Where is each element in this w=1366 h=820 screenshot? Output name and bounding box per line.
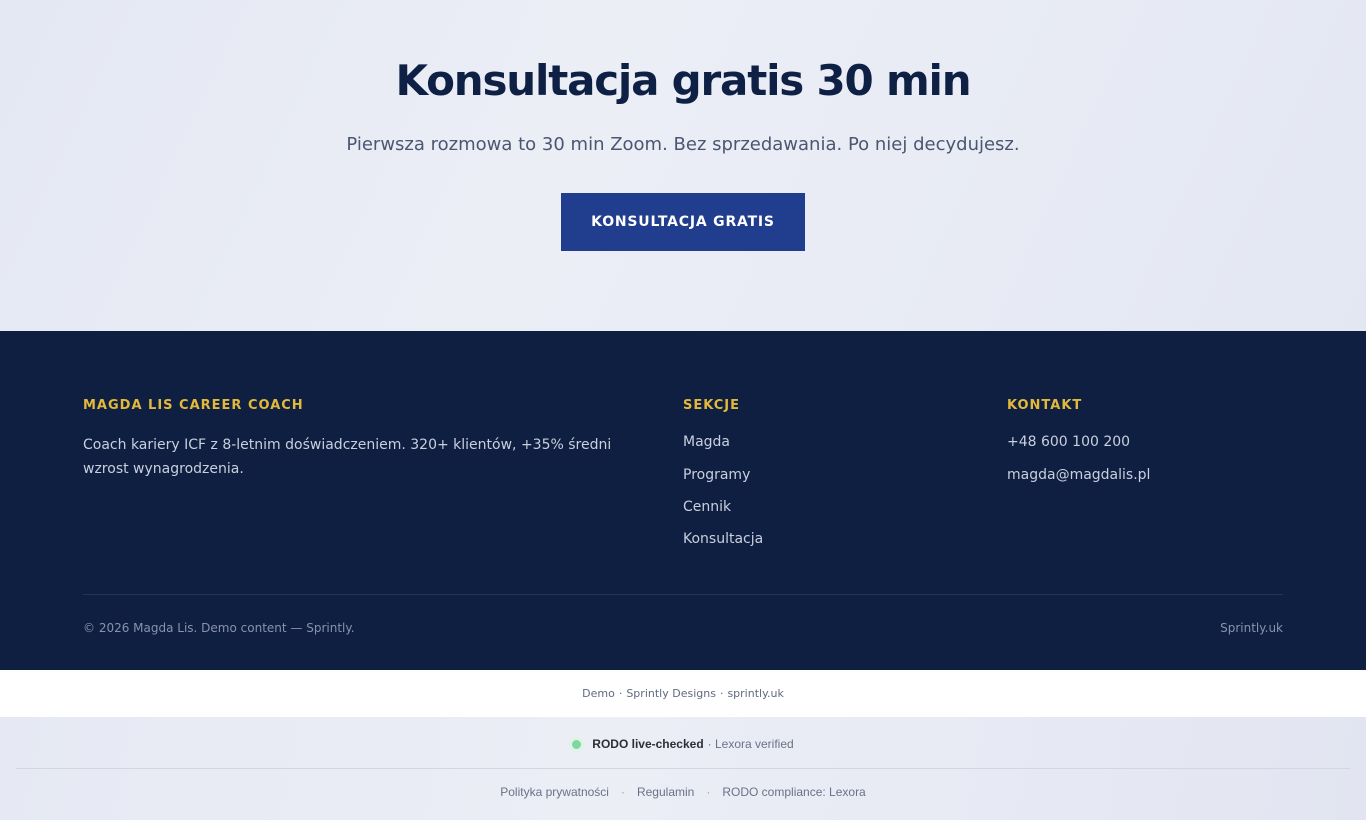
footer-link-konsultacja[interactable]: Konsultacja — [683, 531, 763, 547]
demo-separator: · — [719, 687, 724, 700]
rodo-status-verified: · Lexora verified — [707, 737, 794, 751]
footer-sections-heading: SEKCJE — [683, 398, 740, 413]
demo-separator: · — [618, 687, 623, 700]
cta-subtitle: Pierwsza rozmowa to 30 min Zoom. Bez spr… — [346, 134, 1020, 155]
site-footer: MAGDA LIS CAREER COACH Coach kariery ICF… — [0, 331, 1366, 670]
cta-title: Konsultacja gratis 30 min — [395, 56, 972, 105]
terms-link[interactable]: Regulamin — [637, 785, 694, 799]
demo-link[interactable]: Demo — [582, 687, 615, 700]
footer-brand-heading: MAGDA LIS CAREER COACH — [83, 398, 304, 413]
demo-bar: Demo · Sprintly Designs · sprintly.uk — [0, 670, 1366, 717]
legal-separator: · — [620, 785, 625, 799]
free-consultation-button[interactable]: KONSULTACJA GRATIS — [561, 193, 805, 251]
footer-link-magda[interactable]: Magda — [683, 434, 730, 450]
sprintly-designs-link[interactable]: Sprintly Designs — [626, 687, 716, 700]
footer-credit-link[interactable]: Sprintly.uk — [1220, 621, 1283, 635]
footer-contact-heading: KONTAKT — [1007, 398, 1083, 413]
legal-separator: · — [706, 785, 711, 799]
rodo-status-label: RODO live-checked — [592, 737, 704, 751]
compliance-divider — [16, 768, 1350, 769]
sprintly-site-link[interactable]: sprintly.uk — [727, 687, 783, 700]
rodo-status: RODO live-checked · Lexora verified — [0, 736, 1366, 752]
rodo-compliance-link[interactable]: RODO compliance: Lexora — [722, 785, 865, 799]
compliance-bar: RODO live-checked · Lexora verified Poli… — [0, 717, 1366, 820]
privacy-policy-link[interactable]: Polityka prywatności — [500, 785, 609, 799]
footer-link-programy[interactable]: Programy — [683, 467, 750, 483]
footer-about-text: Coach kariery ICF z 8-letnim doświadczen… — [83, 437, 612, 477]
footer-email-link[interactable]: magda@magdalis.pl — [1007, 467, 1150, 483]
footer-divider — [83, 594, 1283, 595]
footer-phone-link[interactable]: +48 600 100 200 — [1007, 434, 1130, 450]
cta-section: Konsultacja gratis 30 min Pierwsza rozmo… — [0, 0, 1366, 331]
legal-links: Polityka prywatności · Regulamin · RODO … — [0, 785, 1366, 799]
footer-link-cennik[interactable]: Cennik — [683, 499, 731, 515]
status-dot-icon — [572, 739, 582, 749]
footer-copyright: © 2026 Magda Lis. Demo content — Sprintl… — [83, 621, 355, 635]
